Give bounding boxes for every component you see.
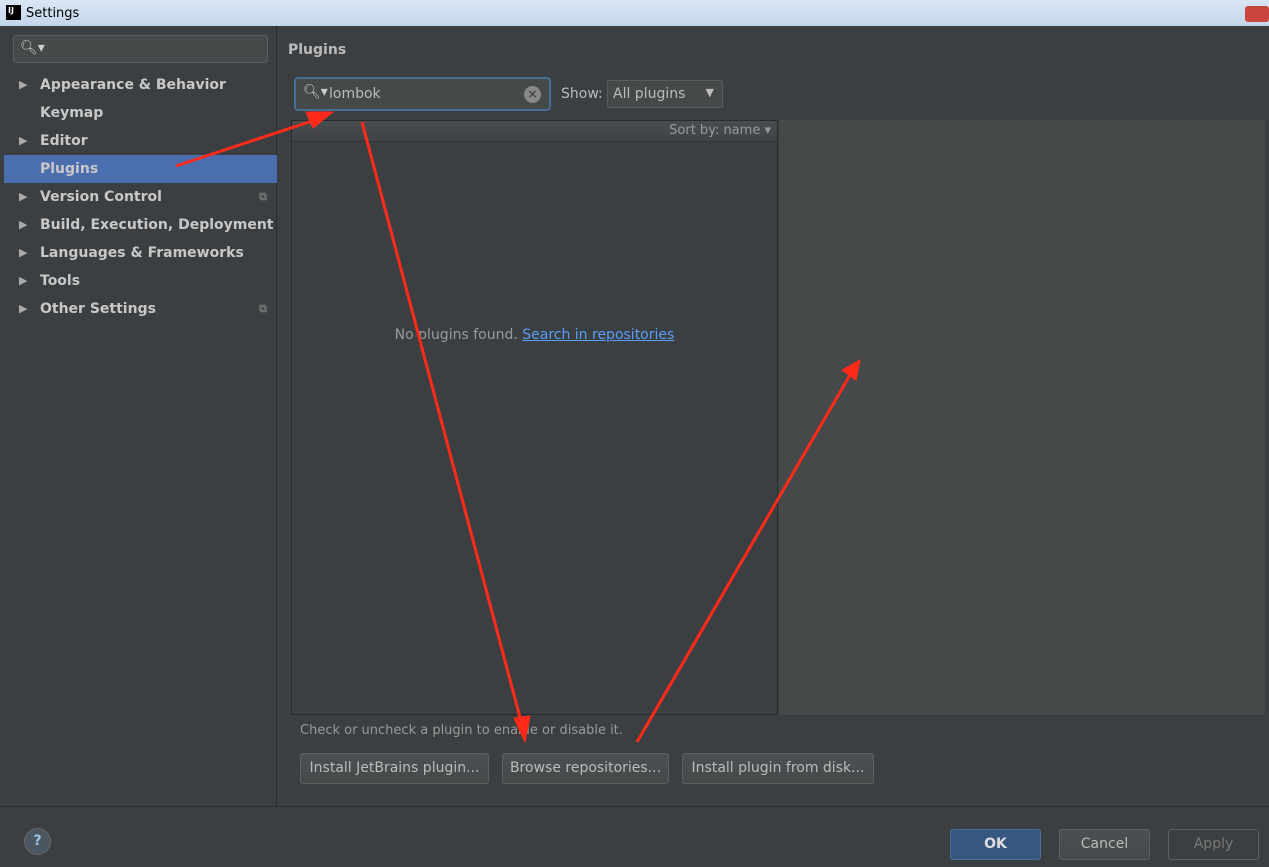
empty-message: No plugins found. Search in repositories (292, 327, 777, 343)
sidebar-item-label: Other Settings (40, 301, 156, 317)
title-bar: IJ Settings (0, 0, 1269, 26)
window-title: Settings (26, 6, 80, 21)
search-value: lombok (329, 86, 381, 102)
search-icon: 🔍︎▾ (20, 40, 45, 56)
sidebar-item-label: Version Control (40, 189, 162, 205)
sidebar-item-build-execution-deployment[interactable]: ▶ Build, Execution, Deployment (4, 211, 277, 239)
show-value: All plugins (613, 86, 686, 102)
browse-repositories-button[interactable]: Browse repositories... (502, 753, 669, 784)
sort-label: Sort by: name (669, 123, 761, 138)
sidebar-item-plugins[interactable]: Plugins (4, 155, 277, 183)
project-level-icon: ⧉ (259, 190, 267, 203)
project-level-icon: ⧉ (259, 302, 267, 315)
sidebar: 🔍︎▾ ▶ Appearance & Behavior Keymap ▶ Editor P… (4, 26, 277, 806)
install-plugin-from-disk-button[interactable]: Install plugin from disk... (682, 753, 874, 784)
clear-icon[interactable]: × (524, 86, 541, 103)
empty-text: No plugins found. (394, 327, 518, 343)
plugin-search-input[interactable]: 🔍︎▾ lombok × (294, 77, 551, 111)
sidebar-item-label: Keymap (40, 105, 104, 121)
sidebar-item-label: Appearance & Behavior (40, 77, 226, 93)
expand-arrow-icon[interactable]: ▶ (19, 183, 27, 211)
sidebar-item-appearance-behavior[interactable]: ▶ Appearance & Behavior (4, 71, 277, 99)
sidebar-item-editor[interactable]: ▶ Editor (4, 127, 277, 155)
expand-arrow-icon[interactable]: ▶ (19, 267, 27, 295)
sidebar-item-label: Editor (40, 133, 88, 149)
hint-text: Check or uncheck a plugin to enable or d… (300, 723, 623, 738)
sidebar-item-keymap[interactable]: Keymap (4, 99, 277, 127)
expand-arrow-icon[interactable]: ▶ (19, 71, 27, 99)
expand-arrow-icon[interactable]: ▶ (19, 239, 27, 267)
settings-search-input[interactable]: 🔍︎▾ (13, 35, 268, 63)
plugin-list: Sort by: name ▾ No plugins found. Search… (291, 120, 778, 715)
sidebar-item-version-control[interactable]: ▶ Version Control ⧉ (4, 183, 277, 211)
install-jetbrains-plugin-button[interactable]: Install JetBrains plugin... (300, 753, 489, 784)
sidebar-item-languages-frameworks[interactable]: ▶ Languages & Frameworks (4, 239, 277, 267)
ok-button[interactable]: OK (950, 829, 1041, 860)
help-button[interactable]: ? (24, 828, 51, 855)
show-dropdown[interactable]: All plugins ▼ (607, 80, 723, 108)
sidebar-item-label: Languages & Frameworks (40, 245, 244, 261)
sidebar-item-tools[interactable]: ▶ Tools (4, 267, 277, 295)
sidebar-item-label: Build, Execution, Deployment (40, 217, 274, 233)
app-logo: IJ (6, 5, 21, 20)
sidebar-item-other-settings[interactable]: ▶ Other Settings ⧉ (4, 295, 277, 323)
page-title: Plugins (288, 42, 347, 58)
close-button[interactable] (1245, 6, 1269, 22)
expand-arrow-icon[interactable]: ▶ (19, 127, 27, 155)
expand-arrow-icon[interactable]: ▶ (19, 295, 27, 323)
cancel-button[interactable]: Cancel (1059, 829, 1150, 860)
sidebar-item-label: Tools (40, 273, 81, 289)
plugins-panel: Plugins 🔍︎▾ lombok × Show: All plugins ▼ … (278, 26, 1269, 806)
search-icon: 🔍︎▾ (303, 84, 328, 100)
plugin-details-panel (779, 120, 1265, 715)
apply-button[interactable]: Apply (1168, 829, 1259, 860)
sort-dropdown[interactable]: Sort by: name ▾ (292, 121, 777, 142)
sidebar-item-label: Plugins (40, 161, 99, 177)
dialog-footer: ? OK Cancel Apply (0, 806, 1269, 867)
show-label: Show: (561, 86, 603, 102)
expand-arrow-icon[interactable]: ▶ (19, 211, 27, 239)
search-in-repositories-link[interactable]: Search in repositories (522, 327, 674, 343)
chevron-down-icon: ▼ (705, 86, 714, 99)
